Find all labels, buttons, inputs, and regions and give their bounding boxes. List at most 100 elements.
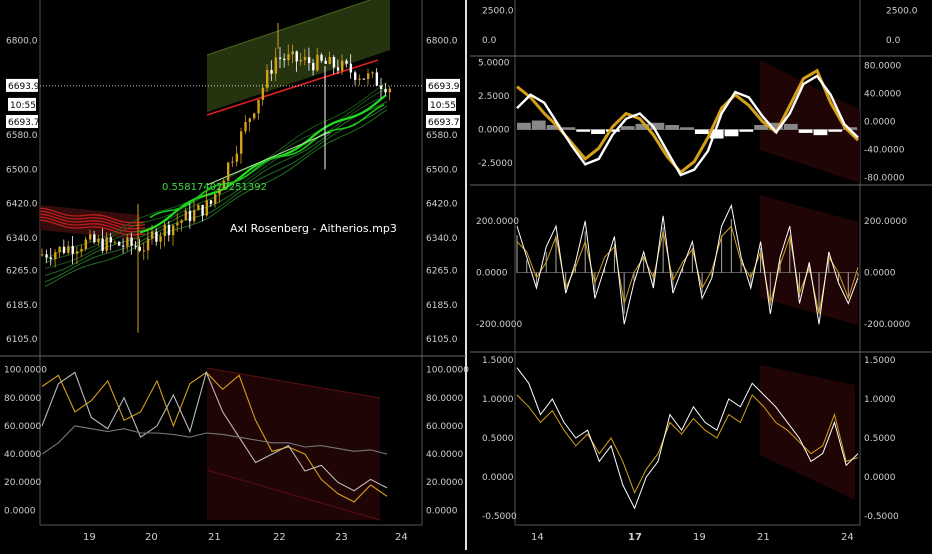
candle-body bbox=[214, 194, 217, 204]
candle-body bbox=[184, 210, 187, 221]
osc-tick-left: 80.0000 bbox=[4, 394, 41, 404]
pane4-tick-right: 0.0000 bbox=[864, 473, 896, 483]
current-price-label-left: 6693.9 bbox=[8, 82, 40, 92]
histogram-bar bbox=[517, 122, 531, 130]
candle-body bbox=[240, 131, 243, 154]
candle-body bbox=[138, 246, 141, 251]
candle-body bbox=[362, 78, 366, 80]
pane2-tick-left: -2.5000 bbox=[478, 159, 513, 169]
ratio-annotation: 0.558174029251392 bbox=[162, 182, 267, 193]
osc-tick-left: 60.0000 bbox=[4, 422, 41, 432]
candle-body bbox=[388, 88, 392, 93]
left-x-tick: 20 bbox=[145, 532, 158, 543]
histogram-bar bbox=[620, 126, 635, 130]
left-price-tick-left: 6185.0 bbox=[6, 301, 38, 311]
pane2-tick-right: 0.0000 bbox=[864, 118, 896, 128]
osc-tick-right: 0.0000 bbox=[426, 506, 458, 516]
candle-body bbox=[193, 210, 196, 222]
pane1-tick-right: 2500.0 bbox=[886, 6, 918, 16]
sub-price-label-left: 6693.7 bbox=[8, 118, 40, 128]
candle-body bbox=[375, 72, 379, 86]
left-x-tick: 19 bbox=[83, 532, 96, 543]
pane4-tick-right: -0.5000 bbox=[864, 512, 899, 522]
left-price-tick-right: 6800.0 bbox=[426, 36, 458, 46]
candle-body bbox=[146, 238, 150, 251]
histogram-bar bbox=[813, 129, 828, 136]
candle-body bbox=[134, 245, 137, 247]
candle-body bbox=[117, 241, 121, 246]
left-price-tick-left: 6580.0 bbox=[6, 131, 38, 141]
candle-body bbox=[384, 89, 387, 93]
left-price-tick-left: 6500.0 bbox=[6, 165, 38, 175]
osc-tick-right: 60.0000 bbox=[426, 422, 463, 432]
candle-body bbox=[188, 210, 192, 222]
osc-tick-right: 20.0000 bbox=[426, 478, 463, 488]
candle-body bbox=[266, 69, 269, 88]
candle-body bbox=[71, 246, 74, 254]
histogram-bar bbox=[694, 129, 709, 135]
candle-body bbox=[155, 231, 158, 242]
time-label-right: 10:55 bbox=[430, 101, 456, 111]
histogram-bar bbox=[665, 125, 680, 130]
candle-body bbox=[49, 257, 53, 260]
candle-body bbox=[345, 60, 348, 64]
candle-body bbox=[197, 204, 200, 211]
pane4-tick-right: 1.0000 bbox=[864, 395, 896, 405]
candle-body bbox=[176, 222, 179, 226]
left-price-tick-left: 6420.0 bbox=[6, 200, 38, 210]
left-x-tick: 23 bbox=[335, 532, 348, 543]
histogram-bar bbox=[591, 129, 605, 135]
osc-tick-right: 100.0000 bbox=[426, 366, 469, 376]
left-price-tick-right: 6500.0 bbox=[426, 165, 458, 175]
candle-body bbox=[274, 57, 278, 74]
right-x-tick: 24 bbox=[841, 532, 854, 543]
candle-body bbox=[328, 57, 331, 64]
media-title-overlay: Axl Rosenberg - Aitherios.mp3 bbox=[230, 222, 397, 235]
left-price-tick-left: 6265.0 bbox=[6, 266, 38, 276]
histogram-bar bbox=[724, 129, 739, 137]
histogram-bar bbox=[680, 127, 694, 130]
histogram-bar bbox=[798, 129, 813, 133]
osc-tick-left: 0.0000 bbox=[4, 506, 36, 516]
candle-body bbox=[113, 241, 117, 243]
candle-body bbox=[316, 54, 319, 71]
candle-body bbox=[41, 254, 44, 256]
pane2-tick-left: 5.0000 bbox=[478, 59, 510, 69]
candle-body bbox=[142, 250, 146, 252]
left-price-tick-left: 6800.0 bbox=[6, 36, 38, 46]
candle-body bbox=[172, 225, 175, 236]
candle-body bbox=[126, 237, 129, 247]
osc-tick-left: 40.0000 bbox=[4, 450, 41, 460]
right-x-tick: 17 bbox=[628, 532, 642, 543]
histogram-bar bbox=[561, 127, 576, 130]
right-x-tick: 21 bbox=[757, 532, 770, 543]
candle-body bbox=[105, 237, 108, 251]
left-price-tick-right: 6185.0 bbox=[426, 301, 458, 311]
candle-body bbox=[270, 69, 273, 74]
pane2-tick-right: 80.0000 bbox=[864, 62, 901, 72]
candle-body bbox=[320, 54, 323, 61]
candle-body bbox=[227, 162, 230, 181]
osc-tick-right: 80.0000 bbox=[426, 394, 463, 404]
pane3-tick-left: -200.0000 bbox=[476, 320, 522, 330]
left-x-tick: 24 bbox=[395, 532, 408, 543]
candle-body bbox=[58, 246, 61, 253]
pane2-tick-right: -80.0000 bbox=[864, 173, 905, 183]
candle-body bbox=[371, 72, 374, 74]
pane4-tick-left: -0.5000 bbox=[482, 512, 517, 522]
candle-body bbox=[248, 118, 252, 122]
candle-body bbox=[180, 220, 183, 223]
candle-body bbox=[54, 252, 57, 260]
candle-body bbox=[209, 200, 213, 204]
current-price-label-right: 6693.9 bbox=[428, 82, 460, 92]
candle-body bbox=[358, 78, 361, 80]
candle-body bbox=[205, 200, 208, 216]
candle-body bbox=[93, 234, 96, 243]
candle-body bbox=[101, 238, 104, 251]
candle-body bbox=[295, 51, 298, 62]
pane4-tick-left: 0.0000 bbox=[482, 473, 514, 483]
candle-body bbox=[341, 60, 344, 71]
left-x-tick: 21 bbox=[208, 532, 221, 543]
pane1-tick-left: 0.0 bbox=[482, 36, 497, 46]
left-price-tick-right: 6265.0 bbox=[426, 266, 458, 276]
